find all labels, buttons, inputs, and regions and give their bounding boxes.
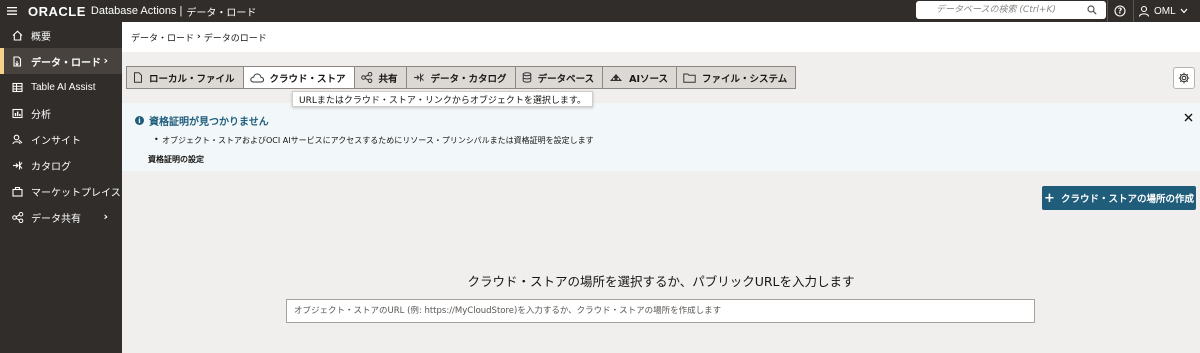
cloud-store-url-field[interactable] — [286, 299, 1035, 323]
settings-button[interactable] — [1173, 67, 1195, 89]
sidebar: 概要 データ・ロード › Table AI Assist 分析 インサイト カタ… — [0, 22, 122, 353]
tab-label: データ・カタログ — [430, 73, 507, 85]
global-search[interactable] — [916, 1, 1106, 19]
analysis-icon — [12, 108, 28, 119]
svg-text:?: ? — [1118, 7, 1122, 16]
tab-share[interactable]: 共有 — [353, 66, 407, 89]
notice-message: オブジェクト・ストアおよびOCI AIサービスにアクセスするためにリソース・プリ… — [154, 135, 594, 146]
catalog-icon — [413, 72, 425, 83]
tab-ai-source[interactable]: AIソース — [602, 66, 678, 89]
insight-icon — [12, 134, 28, 145]
plus-icon: + — [1044, 190, 1055, 206]
tab-data-catalog[interactable]: データ・カタログ — [405, 66, 516, 89]
notice-title-text: 資格証明が見つかりません — [149, 117, 269, 128]
tab-cloud-store[interactable]: クラウド・ストア — [242, 66, 355, 89]
notice-title: i 資格証明が見つかりません — [135, 113, 269, 128]
sidebar-item-label: データ・ロード — [31, 57, 101, 69]
search-icon[interactable] — [1082, 5, 1102, 15]
create-button-label: クラウド・ストアの場所の作成 — [1060, 194, 1194, 205]
tab-database[interactable]: データベース — [514, 66, 604, 89]
data-load-icon — [12, 55, 28, 67]
sidebar-item-label: Table AI Assist — [31, 81, 96, 93]
hamburger-menu-icon[interactable] — [0, 0, 24, 22]
home-icon — [12, 29, 28, 41]
header-divider — [1107, 0, 1108, 22]
user-name: OML — [1154, 5, 1176, 17]
database-icon — [522, 72, 532, 83]
missing-credentials-notice: i 資格証明が見つかりません オブジェクト・ストアおよびOCI AIサービスにア… — [122, 103, 1200, 171]
cloud-store-prompt: クラウド・ストアの場所を選択するか、パブリックURLを入力します — [467, 274, 855, 289]
user-menu[interactable]: OML — [1138, 0, 1188, 22]
sidebar-item-marketplace[interactable]: マーケットプレイス — [0, 178, 122, 204]
main-content: データ・ロード › データのロード ローカル・ファイル クラウド・ストア 共有 — [122, 22, 1200, 353]
share-icon — [360, 72, 373, 83]
tab-label: ローカル・ファイル — [149, 73, 235, 85]
tab-label: データベース — [537, 73, 595, 85]
sidebar-item-label: マーケットプレイス — [31, 187, 121, 199]
breadcrumb-current: データのロード — [203, 33, 267, 44]
sidebar-item-data-share[interactable]: データ共有 › — [0, 204, 122, 230]
table-icon — [12, 82, 28, 93]
help-icon[interactable]: ? — [1111, 2, 1129, 20]
sidebar-item-label: インサイト — [31, 135, 81, 147]
breadcrumb: データ・ロード › データのロード — [122, 22, 1200, 52]
tab-label: クラウド・ストア — [269, 73, 346, 85]
breadcrumb-separator: › — [197, 32, 201, 42]
info-icon: i — [135, 116, 144, 125]
sidebar-item-analysis[interactable]: 分析 — [0, 100, 122, 126]
chevron-right-icon: › — [103, 54, 108, 67]
cloud-store-url-input[interactable] — [294, 306, 1034, 316]
user-icon — [1138, 5, 1150, 17]
data-share-icon — [12, 211, 28, 223]
sidebar-item-insight[interactable]: インサイト — [0, 126, 122, 152]
tab-label: 共有 — [378, 73, 398, 85]
set-credentials-link[interactable]: 資格証明の設定 — [148, 154, 204, 165]
close-icon[interactable] — [1182, 110, 1194, 124]
cloud-store-tooltip: URLまたはクラウド・ストア・リンクからオブジェクトを選択します。 — [292, 91, 593, 107]
create-cloud-store-location-button[interactable]: + クラウド・ストアの場所の作成 — [1042, 186, 1196, 210]
sidebar-item-label: 分析 — [31, 109, 51, 121]
gear-icon — [1178, 72, 1190, 84]
app-name: Database Actions | — [90, 5, 183, 17]
source-tabs: ローカル・ファイル クラウド・ストア 共有 データ・カタログ データベース AI… — [126, 66, 797, 89]
sidebar-item-catalog[interactable]: カタログ — [0, 152, 122, 178]
ai-source-icon — [609, 73, 623, 82]
chevron-down-icon — [1180, 8, 1188, 14]
sidebar-item-data-load[interactable]: データ・ロード › — [0, 48, 122, 74]
sidebar-item-table-ai-assist[interactable]: Table AI Assist — [0, 74, 122, 100]
cloud-icon — [249, 72, 264, 83]
file-icon — [133, 72, 143, 83]
tab-file-system[interactable]: ファイル・システム — [676, 66, 797, 89]
search-input[interactable] — [916, 2, 1082, 18]
header-page-name: データ・ロード — [186, 7, 257, 19]
sidebar-item-overview[interactable]: 概要 — [0, 22, 122, 48]
oracle-logo: ORACLE — [28, 3, 86, 19]
sidebar-item-label: 概要 — [31, 31, 51, 43]
brand[interactable]: ORACLE Database Actions | データ・ロード — [24, 0, 256, 22]
folder-icon — [683, 73, 696, 83]
sidebar-item-label: データ共有 — [31, 213, 81, 225]
catalog-icon — [12, 160, 28, 171]
tab-local-file[interactable]: ローカル・ファイル — [126, 66, 244, 89]
tab-label: ファイル・システム — [702, 73, 788, 85]
sidebar-item-label: カタログ — [31, 161, 71, 173]
marketplace-icon — [12, 186, 28, 197]
top-header: ORACLE Database Actions | データ・ロード ? OML — [0, 0, 1200, 22]
chevron-right-icon: › — [103, 210, 108, 223]
tab-label: AIソース — [629, 73, 669, 85]
header-divider — [1133, 0, 1134, 22]
breadcrumb-parent-link[interactable]: データ・ロード — [131, 31, 194, 44]
